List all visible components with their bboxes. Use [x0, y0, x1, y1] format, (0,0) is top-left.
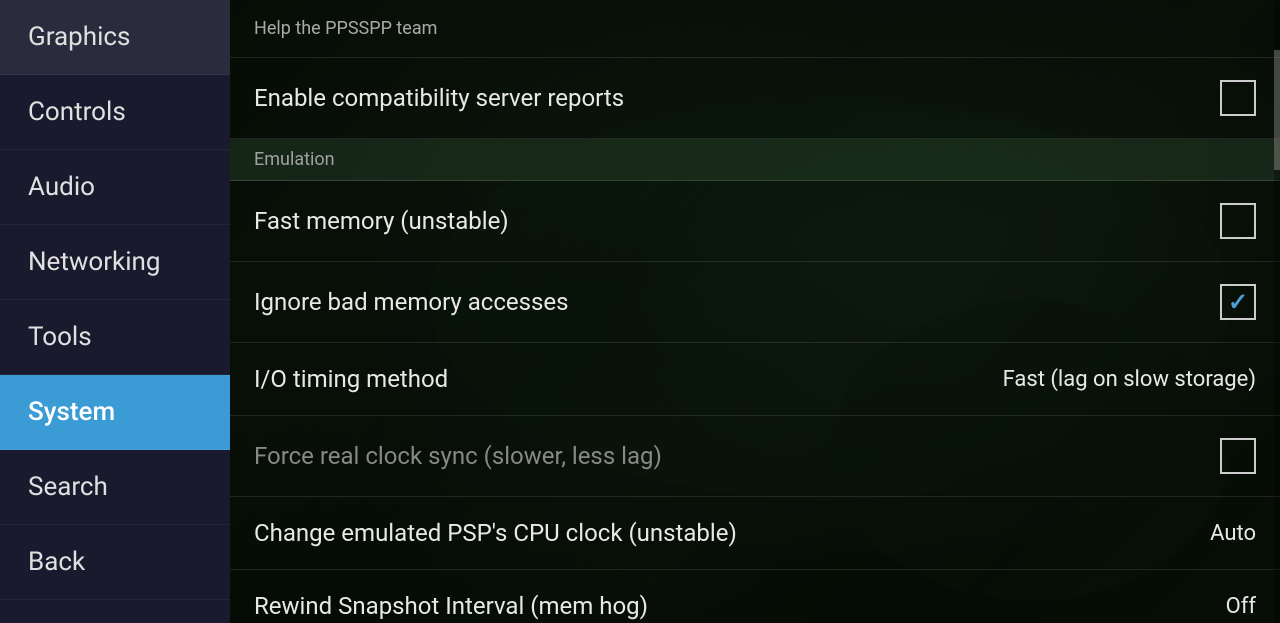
setting-row-cpu-clock[interactable]: Change emulated PSP's CPU clock (unstabl… — [230, 497, 1280, 570]
sidebar-item-search[interactable]: Search — [0, 450, 230, 525]
setting-row-fast-memory[interactable]: Fast memory (unstable) — [230, 181, 1280, 262]
setting-label-enable-compat: Enable compatibility server reports — [254, 84, 624, 112]
setting-row-force-real-clock[interactable]: Force real clock sync (slower, less lag) — [230, 416, 1280, 497]
setting-label-fast-memory: Fast memory (unstable) — [254, 207, 509, 235]
setting-row-ignore-bad-memory[interactable]: Ignore bad memory accesses — [230, 262, 1280, 343]
setting-label-rewind-snapshot: Rewind Snapshot Interval (mem hog) — [254, 592, 648, 620]
sidebar-item-system[interactable]: System — [0, 375, 230, 450]
setting-label-cpu-clock: Change emulated PSP's CPU clock (unstabl… — [254, 519, 737, 547]
scrollbar[interactable] — [1274, 0, 1280, 623]
setting-value-rewind-snapshot: Off — [1226, 594, 1256, 619]
help-ppsspp-label: Help the PPSSPP team — [254, 18, 437, 39]
sidebar-item-back[interactable]: Back — [0, 525, 230, 600]
setting-value-cpu-clock: Auto — [1210, 521, 1256, 546]
setting-row-enable-compat[interactable]: Enable compatibility server reports — [230, 58, 1280, 139]
setting-label-ignore-bad-memory: Ignore bad memory accesses — [254, 288, 569, 316]
sidebar: GraphicsControlsAudioNetworkingToolsSyst… — [0, 0, 230, 623]
sidebar-item-networking[interactable]: Networking — [0, 225, 230, 300]
checkbox-force-real-clock[interactable] — [1220, 438, 1256, 474]
section-header-emulation-header: Emulation — [230, 139, 1280, 181]
main-content: Help the PPSSPP team Enable compatibility… — [230, 0, 1280, 623]
help-ppsspp-row[interactable]: Help the PPSSPP team — [230, 0, 1280, 58]
setting-label-force-real-clock: Force real clock sync (slower, less lag) — [254, 442, 662, 470]
checkbox-fast-memory[interactable] — [1220, 203, 1256, 239]
setting-row-rewind-snapshot[interactable]: Rewind Snapshot Interval (mem hog) Off — [230, 570, 1280, 623]
checkbox-enable-compat[interactable] — [1220, 80, 1256, 116]
sidebar-item-tools[interactable]: Tools — [0, 300, 230, 375]
sidebar-item-controls[interactable]: Controls — [0, 75, 230, 150]
setting-row-io-timing[interactable]: I/O timing method Fast (lag on slow stora… — [230, 343, 1280, 416]
settings-panel[interactable]: Help the PPSSPP team Enable compatibility… — [230, 0, 1280, 623]
setting-label-io-timing: I/O timing method — [254, 365, 448, 393]
sidebar-item-audio[interactable]: Audio — [0, 150, 230, 225]
setting-value-io-timing: Fast (lag on slow storage) — [1003, 367, 1256, 392]
checkbox-ignore-bad-memory[interactable] — [1220, 284, 1256, 320]
sidebar-item-graphics[interactable]: Graphics — [0, 0, 230, 75]
scroll-thumb[interactable] — [1274, 50, 1280, 170]
